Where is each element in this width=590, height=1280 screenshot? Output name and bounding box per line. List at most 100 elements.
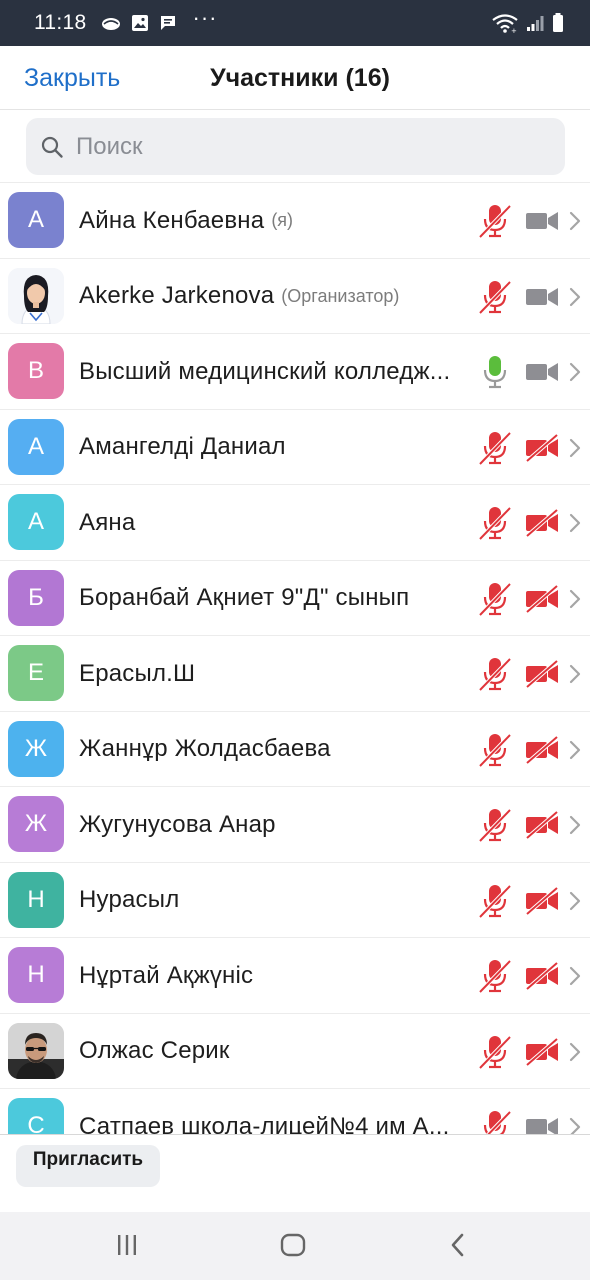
participant-name: Нұртай Ақжүніс xyxy=(79,961,254,989)
participant-name: Боранбай Ақниет 9"Д" сынып xyxy=(79,584,410,611)
microphone-muted-icon[interactable] xyxy=(478,279,512,315)
avatar: А xyxy=(8,494,64,550)
video-camera-off-icon[interactable] xyxy=(525,583,559,614)
wifi-icon: + xyxy=(492,13,518,33)
video-camera-off-icon[interactable] xyxy=(525,432,559,463)
participant-name: Akerke Jarkenova xyxy=(79,282,275,309)
microphone-muted-icon[interactable] xyxy=(478,958,512,994)
chevron-right-icon[interactable] xyxy=(568,739,582,761)
cloud-icon xyxy=(101,15,121,31)
avatar: Н xyxy=(8,947,64,1003)
participant-name-wrap: Ерасыл.Ш xyxy=(79,636,464,711)
participant-name: Айна Кенбаевна xyxy=(79,206,265,234)
back-icon[interactable] xyxy=(446,1230,470,1265)
participant-row[interactable]: Олжас Серик xyxy=(0,1014,590,1089)
search-input[interactable] xyxy=(76,132,516,161)
chat-icon xyxy=(159,14,177,32)
participant-name-wrap: Akerke Jarkenova (Организатор) xyxy=(79,259,464,334)
chevron-right-icon[interactable] xyxy=(568,1116,582,1135)
header: Закрыть Участники (16) xyxy=(0,46,590,110)
microphone-muted-icon[interactable] xyxy=(478,581,512,617)
chevron-right-icon[interactable] xyxy=(568,1041,582,1063)
video-camera-icon[interactable] xyxy=(525,1113,559,1135)
participant-name-wrap: Амангелді Даниал xyxy=(79,410,464,485)
video-camera-off-icon[interactable] xyxy=(525,885,559,916)
microphone-muted-icon[interactable] xyxy=(478,203,512,239)
avatar-photo xyxy=(8,1022,64,1079)
participant-row[interactable]: А Амангелді Даниал xyxy=(0,410,590,485)
bottom-toolbar: Пригласить xyxy=(0,1134,590,1212)
battery-icon xyxy=(552,13,564,33)
page-title: Участники (16) xyxy=(210,64,390,92)
chevron-right-icon[interactable] xyxy=(568,361,582,383)
participant-name: Жугунусова Анар xyxy=(79,810,276,838)
microphone-muted-icon[interactable] xyxy=(478,1034,512,1070)
participant-row[interactable]: А Аяна xyxy=(0,485,590,561)
participants-list[interactable]: А Айна Кенбаевна (я) Akerke Jarkenova (Орга… xyxy=(0,182,590,1135)
video-camera-off-icon[interactable] xyxy=(525,734,559,765)
microphone-muted-icon[interactable] xyxy=(478,1109,512,1135)
chevron-right-icon[interactable] xyxy=(568,588,582,610)
participant-name: Амангелді Даниал xyxy=(79,433,286,460)
microphone-muted-icon[interactable] xyxy=(478,807,512,843)
status-bar: 11:18 ··· + xyxy=(0,0,590,46)
participant-role-tag: (Организатор) xyxy=(281,285,400,306)
participant-name-wrap: Жаннұр Жолдасбаева xyxy=(79,712,464,787)
avatar: Ж xyxy=(8,720,64,777)
participant-row[interactable]: В Высший медицинский колледж... xyxy=(0,334,590,410)
participant-row[interactable]: Б Боранбай Ақниет 9"Д" сынып xyxy=(0,561,590,636)
participant-row[interactable]: А Айна Кенбаевна (я) xyxy=(0,183,590,259)
signal-icon xyxy=(526,14,544,32)
participant-name: Олжас Серик xyxy=(79,1037,230,1064)
participant-name-wrap: Боранбай Ақниет 9"Д" сынып xyxy=(79,561,464,636)
participant-row[interactable]: Ж Жугунусова Анар xyxy=(0,787,590,863)
notification-icons: ··· xyxy=(101,5,218,36)
participant-row[interactable]: Н Нұртай Ақжүніс xyxy=(0,938,590,1014)
participant-name-wrap: Аяна xyxy=(79,485,464,560)
video-camera-off-icon[interactable] xyxy=(525,1036,559,1067)
participant-row[interactable]: Е Ерасыл.Ш xyxy=(0,636,590,712)
avatar: Н xyxy=(8,871,64,928)
video-camera-icon[interactable] xyxy=(525,283,559,311)
chevron-right-icon[interactable] xyxy=(568,890,582,912)
participant-row[interactable]: Ж Жаннұр Жолдасбаева xyxy=(0,712,590,787)
microphone-muted-icon[interactable] xyxy=(478,732,512,768)
home-icon[interactable] xyxy=(279,1230,307,1265)
chevron-right-icon[interactable] xyxy=(568,512,582,534)
participant-row[interactable]: Akerke Jarkenova (Организатор) xyxy=(0,259,590,334)
chevron-right-icon[interactable] xyxy=(568,437,582,459)
video-camera-icon[interactable] xyxy=(525,207,559,235)
participant-row[interactable]: Н Нурасыл xyxy=(0,863,590,938)
microphone-muted-icon[interactable] xyxy=(478,656,512,692)
system-icons: + xyxy=(492,13,564,33)
svg-text:+: + xyxy=(511,27,517,33)
video-camera-off-icon[interactable] xyxy=(525,508,559,538)
video-camera-off-icon[interactable] xyxy=(525,961,559,991)
search-box[interactable] xyxy=(26,118,565,175)
avatar: В xyxy=(8,343,64,399)
microphone-muted-icon[interactable] xyxy=(478,505,512,541)
microphone-muted-icon[interactable] xyxy=(478,430,512,466)
video-camera-icon[interactable] xyxy=(525,358,559,386)
avatar: Б xyxy=(8,569,64,626)
chevron-right-icon[interactable] xyxy=(568,210,582,232)
chevron-right-icon[interactable] xyxy=(568,663,582,685)
video-camera-off-icon[interactable] xyxy=(525,659,559,689)
chevron-right-icon[interactable] xyxy=(568,814,582,836)
avatar: С xyxy=(8,1098,64,1135)
chevron-right-icon[interactable] xyxy=(568,286,582,308)
participant-row[interactable]: С Сатпаев школа-лицей№4 им А... xyxy=(0,1089,590,1135)
microphone-icon[interactable] xyxy=(478,354,512,390)
participant-name: Нурасыл xyxy=(79,886,180,913)
video-camera-off-icon[interactable] xyxy=(525,810,559,840)
participant-name: Ерасыл.Ш xyxy=(79,659,196,687)
participant-name-wrap: Жугунусова Анар xyxy=(79,787,464,862)
avatar: А xyxy=(8,192,64,248)
recent-apps-icon[interactable] xyxy=(115,1230,139,1265)
participant-name: Высший медицинский колледж... xyxy=(79,357,451,385)
system-nav-bar xyxy=(0,1212,590,1280)
participant-name-wrap: Сатпаев школа-лицей№4 им А... xyxy=(79,1089,464,1136)
chevron-right-icon[interactable] xyxy=(568,965,582,987)
invite-button[interactable]: Пригласить xyxy=(16,1145,160,1187)
microphone-muted-icon[interactable] xyxy=(478,883,512,919)
